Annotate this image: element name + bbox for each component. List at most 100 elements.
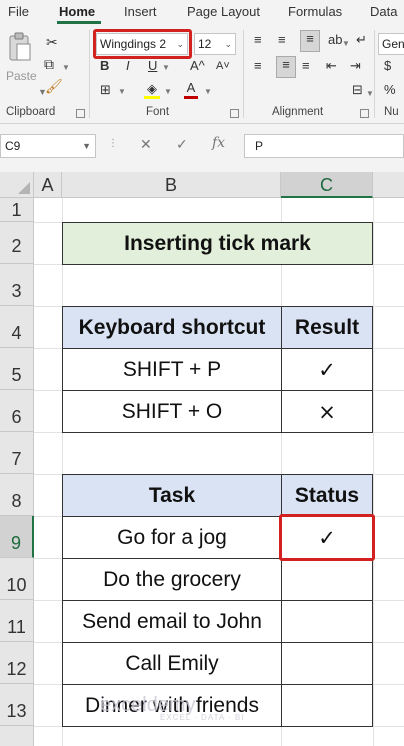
row-header-12[interactable]: 12	[0, 642, 34, 684]
number-group-label: Nu	[384, 106, 399, 118]
font-size-value: 12	[198, 37, 212, 51]
row-header-2[interactable]: 2	[0, 222, 34, 264]
font-size-dropdown[interactable]: 12 ⌄	[194, 33, 236, 55]
tab-file[interactable]: File	[8, 4, 29, 19]
paste-icon	[9, 32, 31, 61]
row-header-11[interactable]: 11	[0, 600, 34, 642]
font-color-dropdown-icon[interactable]: ▼	[204, 84, 212, 100]
increase-indent-icon[interactable]: ⇥	[350, 58, 361, 74]
currency-button[interactable]: $	[384, 58, 391, 74]
orientation-dropdown-icon[interactable]: ▼	[342, 36, 350, 52]
tab-formulas[interactable]: Formulas	[288, 4, 342, 19]
increase-font-size-button[interactable]: A^	[190, 58, 205, 74]
fill-color-swatch	[144, 96, 160, 99]
font-name-highlight	[93, 29, 192, 59]
fill-color-dropdown-icon[interactable]: ▼	[164, 84, 172, 100]
tab-insert[interactable]: Insert	[124, 4, 157, 19]
column-header-a[interactable]: A	[34, 172, 62, 198]
row-header-9[interactable]: 9	[0, 516, 34, 558]
align-center-icon[interactable]: ≡	[276, 56, 296, 78]
paint-bucket-icon: ◈	[147, 81, 157, 96]
alignment-group-label: Alignment	[272, 106, 324, 118]
alignment-launcher-icon[interactable]	[360, 109, 369, 118]
tab-home[interactable]: Home	[59, 4, 95, 19]
column-header-c[interactable]: C	[281, 172, 373, 198]
row-header-6[interactable]: 6	[0, 390, 34, 432]
row-header-1[interactable]: 1	[0, 198, 34, 222]
italic-button[interactable]: I	[126, 58, 130, 74]
font-color-button[interactable]: A	[184, 80, 198, 99]
task-cell[interactable]: Send email to John	[62, 600, 282, 643]
watermark-logo: exceldemy EXCEL · DATA · BI	[100, 694, 244, 722]
result-cell[interactable]: ✓	[281, 348, 373, 391]
decrease-font-size-button[interactable]: A˅	[216, 58, 230, 74]
align-right-icon[interactable]: ≡	[302, 58, 310, 74]
select-all-button[interactable]	[0, 172, 34, 198]
paste-button[interactable]	[6, 32, 34, 62]
shortcut-cell[interactable]: SHIFT + O	[62, 390, 282, 433]
number-format-dropdown[interactable]: Gene	[378, 33, 404, 55]
shortcut-cell[interactable]: SHIFT + P	[62, 348, 282, 391]
formula-value: P	[255, 139, 264, 153]
table-header-status[interactable]: Status	[281, 474, 373, 517]
task-cell[interactable]: Do the grocery	[62, 558, 282, 601]
borders-icon[interactable]: ⊞	[100, 82, 111, 98]
formula-buttons: ✕ ✓ fx	[126, 134, 236, 158]
merge-dropdown-icon[interactable]: ▼	[366, 86, 374, 102]
underline-button[interactable]: U	[148, 58, 157, 74]
status-cell[interactable]	[281, 684, 373, 727]
bottom-align-icon[interactable]: ≡	[300, 30, 320, 52]
tab-page-layout[interactable]: Page Layout	[187, 4, 260, 19]
status-cell[interactable]	[281, 558, 373, 601]
cancel-icon[interactable]: ✕	[140, 136, 152, 153]
clipboard-launcher-icon[interactable]	[76, 109, 85, 118]
cut-icon[interactable]: ✂	[46, 34, 58, 50]
copy-icon[interactable]: ⧉	[44, 56, 54, 72]
underline-dropdown-icon[interactable]: ▼	[162, 60, 170, 76]
row-header-14[interactable]	[0, 726, 34, 746]
tab-data[interactable]: Data	[370, 4, 397, 19]
chevron-down-icon: ▼	[82, 141, 91, 151]
row-header-10[interactable]: 10	[0, 558, 34, 600]
status-cell[interactable]	[281, 642, 373, 685]
borders-dropdown-icon[interactable]: ▼	[118, 84, 126, 100]
column-header-b[interactable]: B	[62, 172, 281, 198]
decrease-indent-icon[interactable]: ⇤	[326, 58, 337, 74]
copy-dropdown-icon[interactable]: ▼	[62, 60, 70, 76]
format-painter-icon[interactable]: 🖌	[45, 78, 63, 94]
top-align-icon[interactable]: ≡	[254, 32, 262, 48]
title-cell[interactable]: Inserting tick mark	[62, 222, 373, 265]
merge-center-icon[interactable]: ⊟	[352, 82, 363, 98]
row-header-13[interactable]: 13	[0, 684, 34, 726]
task-cell[interactable]: Go for a jog	[62, 516, 282, 559]
enter-icon[interactable]: ✓	[176, 136, 188, 153]
orientation-icon[interactable]: ab	[328, 32, 342, 48]
column-header-d[interactable]	[373, 172, 404, 198]
fill-color-button[interactable]: ◈	[144, 81, 160, 99]
row-header-8[interactable]: 8	[0, 474, 34, 516]
task-cell[interactable]: Call Emily	[62, 642, 282, 685]
row-header-3[interactable]: 3	[0, 264, 34, 306]
wrap-text-icon[interactable]: ↵	[356, 32, 367, 48]
name-box[interactable]: C9 ▼	[0, 134, 96, 158]
row-header-5[interactable]: 5	[0, 348, 34, 390]
bold-button[interactable]: B	[100, 58, 109, 74]
more-icon: ⋮	[108, 138, 118, 149]
row-header-7[interactable]: 7	[0, 432, 34, 474]
table-header-task[interactable]: Task	[62, 474, 282, 517]
result-cell[interactable]: ×	[281, 390, 373, 433]
group-divider	[374, 30, 375, 118]
table-header-shortcut[interactable]: Keyboard shortcut	[62, 306, 282, 349]
font-group-label: Font	[146, 106, 170, 118]
align-left-icon[interactable]: ≡	[254, 58, 262, 74]
ribbon: Paste ▼ ✂ ⧉ ▼ 🖌 Clipboard Wingdings 2 ⌄ …	[0, 24, 404, 124]
font-launcher-icon[interactable]	[230, 109, 239, 118]
selected-cell-highlight	[279, 514, 375, 561]
middle-align-icon[interactable]: ≡	[278, 32, 286, 48]
percent-button[interactable]: %	[384, 82, 396, 98]
table-header-result[interactable]: Result	[281, 306, 373, 349]
formula-input[interactable]: P	[244, 134, 404, 158]
status-cell[interactable]	[281, 600, 373, 643]
insert-function-icon[interactable]: fx	[212, 135, 225, 151]
row-header-4[interactable]: 4	[0, 306, 34, 348]
